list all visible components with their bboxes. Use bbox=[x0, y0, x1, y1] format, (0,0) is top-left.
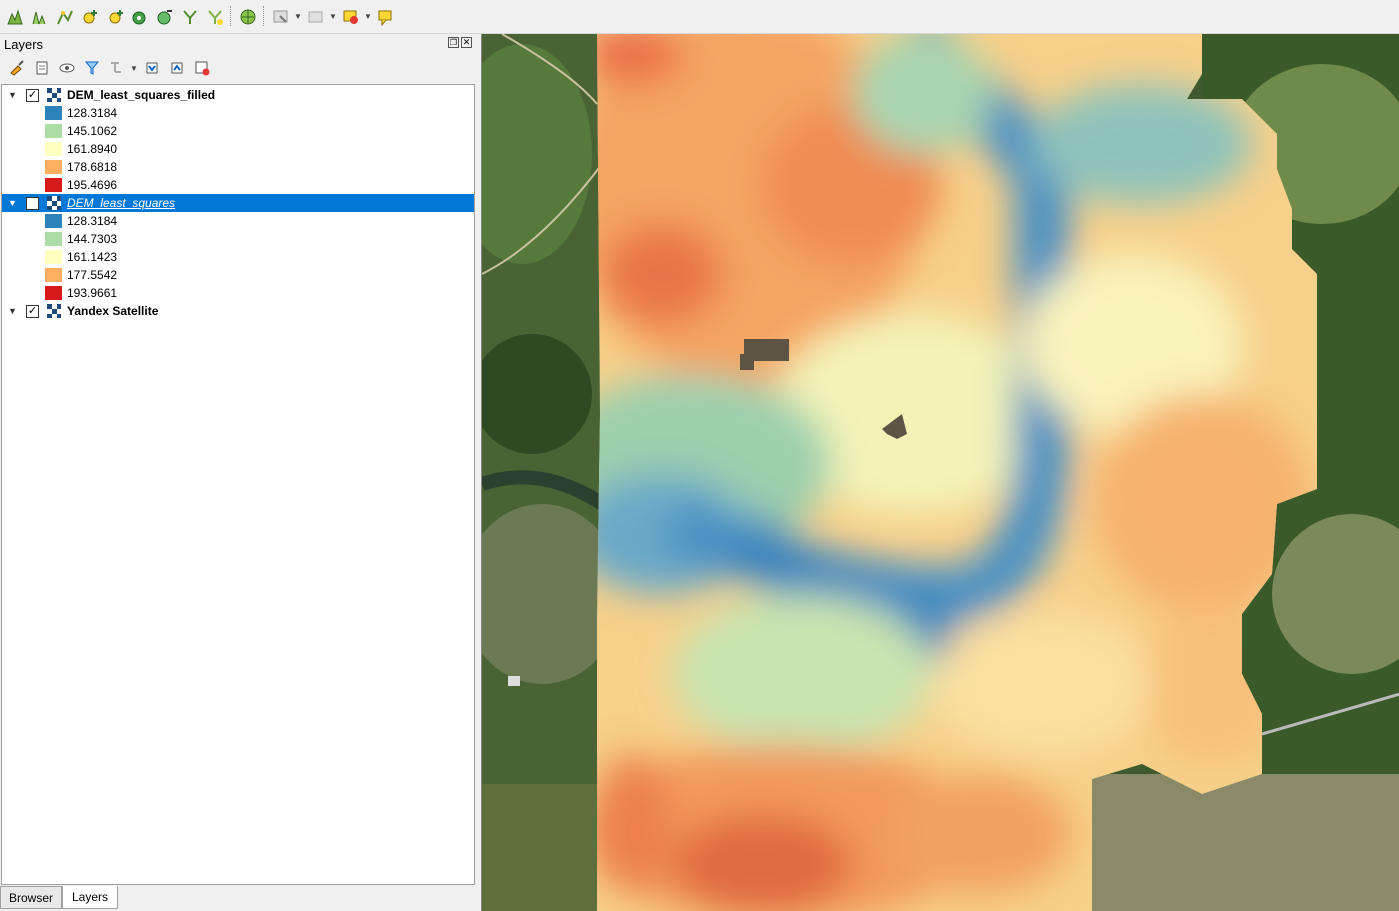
layer-name: DEM_least_squares_filled bbox=[67, 88, 216, 102]
layer-row[interactable]: ▼ DEM_least_squares bbox=[2, 194, 474, 212]
filter-icon[interactable] bbox=[79, 56, 104, 80]
close-icon[interactable]: ✕ bbox=[461, 37, 472, 48]
legend-value: 128.3184 bbox=[67, 106, 118, 120]
add-part-icon[interactable] bbox=[102, 5, 127, 29]
legend-value: 195.4696 bbox=[67, 178, 118, 192]
legend-swatch bbox=[45, 106, 62, 120]
expand-all-icon[interactable] bbox=[139, 56, 164, 80]
legend-item: 161.8940 bbox=[2, 140, 474, 158]
layer-visibility-checkbox[interactable]: ✓ bbox=[26, 304, 39, 318]
visibility-icon[interactable] bbox=[54, 56, 79, 80]
legend-value: 178.6818 bbox=[67, 160, 118, 174]
layer-name: Yandex Satellite bbox=[67, 304, 159, 318]
legend-value: 161.1423 bbox=[67, 250, 118, 264]
reshape-icon[interactable] bbox=[152, 5, 177, 29]
legend-swatch bbox=[45, 124, 62, 138]
profile-icon[interactable] bbox=[27, 5, 52, 29]
legend-item: 178.6818 bbox=[2, 158, 474, 176]
chevron-down-icon[interactable]: ▼ bbox=[8, 90, 17, 100]
legend-item: 195.4696 bbox=[2, 176, 474, 194]
toolbar-separator bbox=[227, 6, 235, 28]
raster-layer-icon bbox=[47, 196, 61, 210]
legend-item: 145.1062 bbox=[2, 122, 474, 140]
legend-swatch bbox=[45, 232, 62, 246]
identify-icon[interactable] bbox=[338, 5, 363, 29]
split-icon[interactable] bbox=[177, 5, 202, 29]
legend-value: 145.1062 bbox=[67, 124, 118, 138]
legend-swatch bbox=[45, 214, 62, 228]
filter-legend-icon[interactable] bbox=[104, 56, 129, 80]
plugin-icon[interactable] bbox=[235, 5, 260, 29]
layers-toolbar: ▼ bbox=[4, 56, 214, 80]
layer-tree: ▼ ✓ DEM_least_squares_filled 128.3184 14… bbox=[1, 84, 475, 885]
style-icon[interactable] bbox=[4, 56, 29, 80]
legend-item: 144.7303 bbox=[2, 230, 474, 248]
raster-layer-icon bbox=[47, 88, 61, 102]
legend-item: 193.9661 bbox=[2, 284, 474, 302]
legend-swatch bbox=[45, 268, 62, 282]
deselect-icon[interactable] bbox=[303, 5, 328, 29]
chevron-down-icon[interactable]: ▼ bbox=[8, 306, 17, 316]
legend-value: 177.5542 bbox=[67, 268, 118, 282]
layer-row[interactable]: ▼ ✓ DEM_least_squares_filled bbox=[2, 86, 474, 104]
tab-layers[interactable]: Layers bbox=[62, 886, 118, 909]
digitize-icon[interactable] bbox=[2, 5, 27, 29]
legend-item: 161.1423 bbox=[2, 248, 474, 266]
layer-row[interactable]: ▼ ✓ Yandex Satellite bbox=[2, 302, 474, 320]
legend-value: 128.3184 bbox=[67, 214, 118, 228]
chevron-down-icon[interactable]: ▼ bbox=[328, 12, 338, 21]
legend-swatch bbox=[45, 160, 62, 174]
vertex-icon[interactable] bbox=[52, 5, 77, 29]
add-group-icon[interactable] bbox=[29, 56, 54, 80]
select-icon[interactable] bbox=[268, 5, 293, 29]
map-canvas[interactable] bbox=[481, 34, 1399, 911]
map-image bbox=[482, 34, 1399, 911]
layer-name: DEM_least_squares bbox=[67, 196, 176, 210]
chevron-down-icon[interactable]: ▼ bbox=[8, 198, 17, 208]
legend-value: 161.8940 bbox=[67, 142, 118, 156]
legend-item: 177.5542 bbox=[2, 266, 474, 284]
layer-visibility-checkbox[interactable]: ✓ bbox=[26, 88, 39, 102]
add-ring-icon[interactable] bbox=[127, 5, 152, 29]
panel-tabs: Browser Layers bbox=[0, 885, 477, 911]
add-feature-icon[interactable] bbox=[77, 5, 102, 29]
toolbar-separator bbox=[260, 6, 268, 28]
legend-swatch bbox=[45, 286, 62, 300]
chevron-down-icon[interactable]: ▼ bbox=[129, 64, 139, 73]
chevron-down-icon[interactable]: ▼ bbox=[363, 12, 373, 21]
annotation-icon[interactable] bbox=[373, 5, 398, 29]
float-panel-icon[interactable]: ❐ bbox=[448, 37, 459, 48]
main-toolbar: ▼ ▼ ▼ bbox=[0, 0, 1399, 34]
legend-swatch bbox=[45, 250, 62, 264]
legend-item: 128.3184 bbox=[2, 212, 474, 230]
raster-layer-icon bbox=[47, 304, 61, 318]
collapse-all-icon[interactable] bbox=[164, 56, 189, 80]
tab-browser[interactable]: Browser bbox=[0, 886, 62, 909]
panel-title: Layers bbox=[4, 37, 44, 52]
legend-value: 193.9661 bbox=[67, 286, 118, 300]
layers-panel: Layers ❐ ✕ ▼ ▼ ✓ DEM_least_squares_fille… bbox=[0, 34, 477, 886]
remove-layer-icon[interactable] bbox=[189, 56, 214, 80]
merge-icon[interactable] bbox=[202, 5, 227, 29]
legend-swatch bbox=[45, 178, 62, 192]
chevron-down-icon[interactable]: ▼ bbox=[293, 12, 303, 21]
layer-visibility-checkbox[interactable] bbox=[26, 196, 39, 210]
legend-item: 128.3184 bbox=[2, 104, 474, 122]
legend-value: 144.7303 bbox=[67, 232, 118, 246]
legend-swatch bbox=[45, 142, 62, 156]
